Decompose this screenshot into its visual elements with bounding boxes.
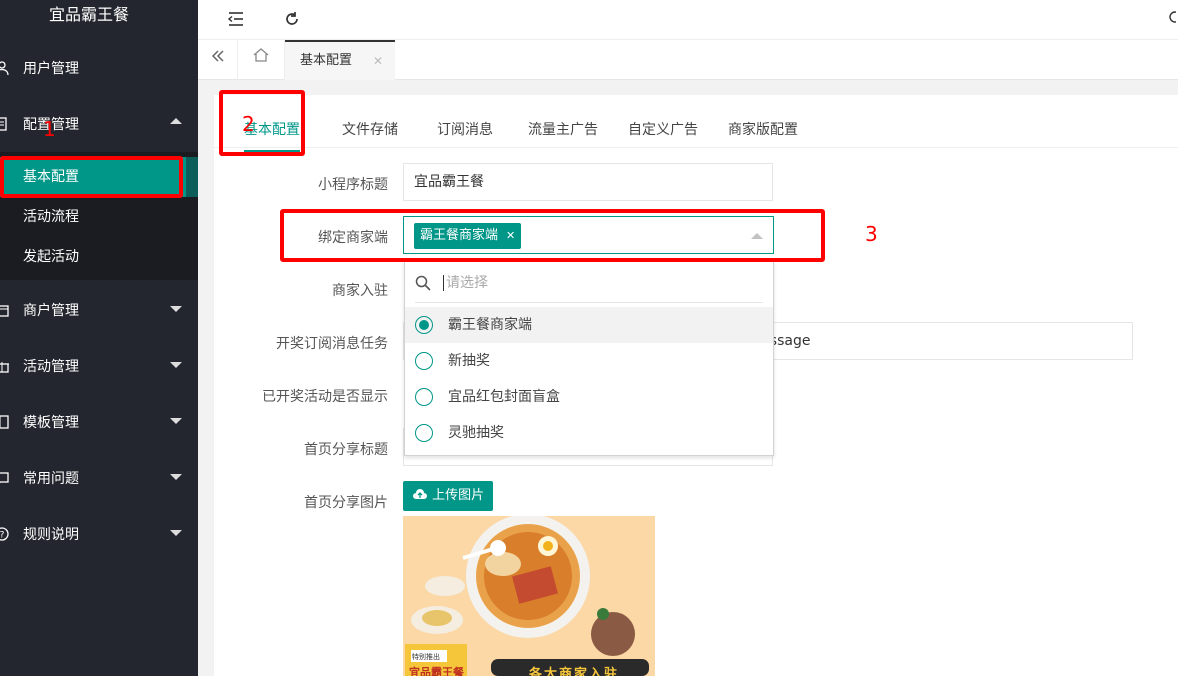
chevron-down-icon xyxy=(170,530,182,536)
sidebar-item-faq[interactable]: 常用问题 xyxy=(0,450,198,506)
annotation-number-3: 3 xyxy=(865,222,878,246)
sidebar-item-merchants[interactable]: 商户管理 xyxy=(0,282,198,338)
chevron-down-icon xyxy=(170,306,182,312)
gift-icon xyxy=(0,358,10,374)
sidebar-item-label: 模板管理 xyxy=(23,415,79,431)
app-logo-title: 宜品霸王餐 xyxy=(48,5,129,24)
share-title-label: 首页分享标题 xyxy=(304,442,388,458)
show-finished-label: 已开奖活动是否显示 xyxy=(262,389,388,405)
template-icon xyxy=(0,414,10,430)
sidebar-item-label: 商户管理 xyxy=(23,303,79,319)
user-icon xyxy=(0,60,10,76)
radio-icon[interactable] xyxy=(415,388,433,406)
sidebar-active-indicator xyxy=(186,157,198,197)
option-label: 新抽奖 xyxy=(448,353,490,369)
page-tab-basic-config[interactable]: 基本配置 ✕ xyxy=(285,40,395,80)
search-icon xyxy=(415,275,431,291)
upload-cloud-icon xyxy=(412,488,428,503)
tab-traffic-ads[interactable]: 流量主广告 xyxy=(528,119,598,139)
upload-image-button[interactable]: 上传图片 xyxy=(403,481,494,511)
bind-merchant-dropdown: 请选择 霸王餐商家端 新抽奖 宜品红包封面盲盒 灵驰抽奖 xyxy=(404,260,774,456)
chevron-up-icon xyxy=(170,118,182,124)
option-label: 宜品红包封面盲盒 xyxy=(448,389,560,405)
sidebar-item-config[interactable]: 配置管理 xyxy=(0,96,198,152)
sidebar-item-label: 常用问题 xyxy=(23,471,79,487)
home-icon[interactable] xyxy=(238,40,285,80)
sidebar-item-label: 用户管理 xyxy=(23,61,79,77)
sidebar: 宜品霸王餐 用户管理 配置管理 基本配置 活动流程 发起活动 商户管理 活动管理… xyxy=(0,0,198,676)
sidebar-subitem-activity-flow[interactable]: 活动流程 xyxy=(0,197,198,237)
lottery-task-label: 开奖订阅消息任务 xyxy=(276,336,388,352)
dropdown-option[interactable]: 新抽奖 xyxy=(405,343,773,379)
tab-custom-ads[interactable]: 自定义广告 xyxy=(628,119,698,139)
option-label: 霸王餐商家端 xyxy=(448,317,532,333)
chevron-down-icon xyxy=(170,474,182,480)
shop-icon xyxy=(0,302,10,318)
sidebar-subitem-launch-activity[interactable]: 发起活动 xyxy=(0,237,198,277)
share-image-label: 首页分享图片 xyxy=(304,495,388,511)
annotation-box-2 xyxy=(219,90,305,156)
share-image-preview: 特别推出 宜品霸王餐 各大商家入驻 xyxy=(403,516,655,676)
tabs-divider xyxy=(214,147,1178,148)
radio-checked-icon[interactable] xyxy=(415,316,433,334)
upload-label: 上传图片 xyxy=(432,488,485,503)
preview-slogan: 各大商家入驻 xyxy=(529,667,620,676)
chevron-down-icon xyxy=(170,418,182,424)
question-icon xyxy=(0,470,10,486)
close-icon[interactable]: ✕ xyxy=(373,42,383,80)
page-tab-label: 基本配置 xyxy=(300,53,353,68)
annotation-box-3 xyxy=(280,209,825,262)
dropdown-option[interactable]: 灵驰抽奖 xyxy=(405,415,773,451)
mini-title-input[interactable]: 宜品霸王餐 xyxy=(403,163,773,201)
option-label: 灵驰抽奖 xyxy=(448,425,504,441)
menu-collapse-icon[interactable] xyxy=(227,12,244,30)
sidebar-item-label: 活动管理 xyxy=(23,359,79,375)
sidebar-item-activities[interactable]: 活动管理 xyxy=(0,338,198,394)
page-tab-bar: 基本配置 ✕ xyxy=(198,40,1178,80)
dropdown-search[interactable]: 请选择 xyxy=(415,265,763,303)
mini-title-label: 小程序标题 xyxy=(318,177,388,193)
sidebar-item-label: 规则说明 xyxy=(23,527,79,543)
dropdown-option[interactable]: 霸王餐商家端 xyxy=(405,307,773,343)
annotation-box-1 xyxy=(0,156,183,198)
tabs-scroll-left-icon[interactable] xyxy=(198,40,238,80)
sidebar-item-users[interactable]: 用户管理 xyxy=(0,40,198,96)
user-avatar-icon[interactable] xyxy=(1168,10,1178,28)
dropdown-search-placeholder[interactable]: 请选择 xyxy=(443,275,488,291)
annotation-number-2: 2 xyxy=(242,112,255,136)
refresh-icon[interactable] xyxy=(284,11,300,31)
preview-brand: 宜品霸王餐 xyxy=(409,666,464,676)
radio-icon[interactable] xyxy=(415,352,433,370)
tab-merchant-config[interactable]: 商家版配置 xyxy=(728,119,798,139)
sidebar-item-templates[interactable]: 模板管理 xyxy=(0,394,198,450)
tab-file-storage[interactable]: 文件存储 xyxy=(342,119,398,139)
preview-badge: 特别推出 xyxy=(412,653,440,661)
dropdown-option[interactable]: 宜品红包封面盲盒 xyxy=(405,379,773,415)
settings-icon xyxy=(0,116,10,132)
info-icon: ? xyxy=(0,526,10,542)
svg-text:?: ? xyxy=(0,531,5,541)
radio-icon[interactable] xyxy=(415,424,433,442)
tab-subscribe-messages[interactable]: 订阅消息 xyxy=(437,119,493,139)
merchant-entry-label: 商家入驻 xyxy=(332,283,388,299)
annotation-number-1: 1 xyxy=(43,117,56,141)
sidebar-item-rules[interactable]: ? 规则说明 xyxy=(0,506,198,562)
chevron-down-icon xyxy=(170,362,182,368)
top-bar xyxy=(198,0,1178,40)
noodle-bowl-image xyxy=(403,516,655,676)
